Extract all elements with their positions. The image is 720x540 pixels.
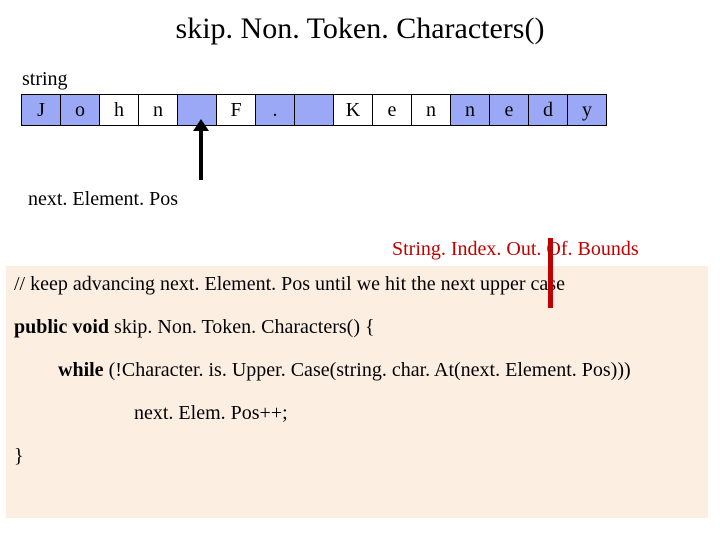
char-cell-8: K [333, 94, 373, 126]
char-cell-1: o [60, 94, 100, 126]
code-while: while (!Character. is. Upper. Case(strin… [14, 360, 704, 381]
string-label: string [22, 68, 68, 91]
code-comment: // keep advancing next. Element. Pos unt… [14, 274, 704, 295]
char-cell-6: . [255, 94, 295, 126]
char-array: JohnF.Kennedy [22, 94, 607, 126]
char-cell-11: n [450, 94, 490, 126]
code-body: next. Elem. Pos++; [14, 403, 704, 424]
char-cell-2: h [99, 94, 139, 126]
char-cell-10: n [411, 94, 451, 126]
next-element-pos-label: next. Element. Pos [28, 188, 178, 211]
code-text: (!Character. is. Upper. Case(string. cha… [109, 359, 631, 381]
char-cell-5: F [216, 94, 256, 126]
pointer-arrow [199, 128, 203, 180]
exception-pointer [548, 238, 553, 308]
char-cell-14: y [567, 94, 607, 126]
code-signature: public void skip. Non. Token. Characters… [14, 317, 704, 338]
char-cell-7 [294, 94, 334, 126]
char-cell-0: J [21, 94, 61, 126]
code-text: skip. Non. Token. Characters() { [114, 316, 375, 338]
exception-label: String. Index. Out. Of. Bounds [392, 238, 639, 261]
char-cell-9: e [372, 94, 412, 126]
keyword: public void [14, 316, 114, 338]
char-cell-3: n [138, 94, 178, 126]
keyword: while [58, 359, 109, 381]
code-block: // keep advancing next. Element. Pos unt… [6, 266, 708, 518]
char-cell-12: e [489, 94, 529, 126]
char-cell-13: d [528, 94, 568, 126]
slide-title: skip. Non. Token. Characters() [0, 0, 720, 46]
code-close: } [14, 446, 704, 467]
